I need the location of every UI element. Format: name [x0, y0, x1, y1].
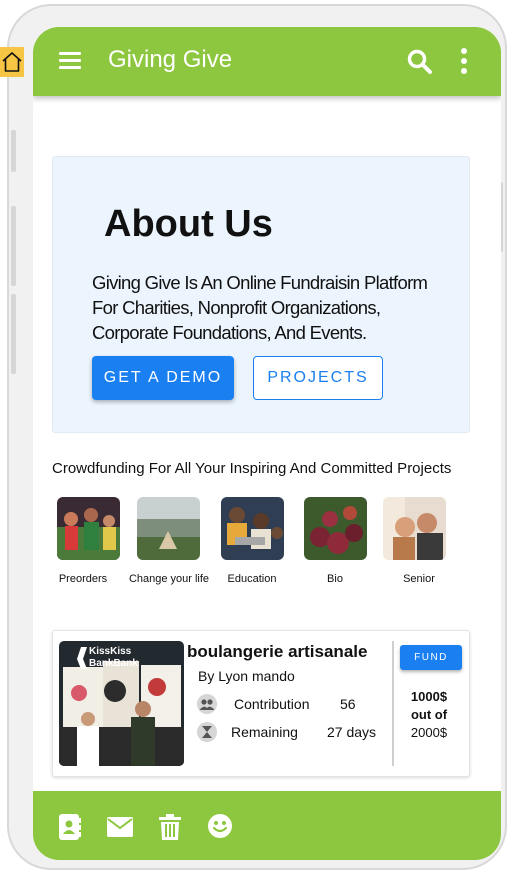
top-app-bar: Giving Give: [33, 27, 501, 96]
contacts-icon[interactable]: [59, 814, 81, 840]
home-shape: [2, 52, 22, 72]
vertical-divider: [392, 641, 394, 766]
goal-out-of: out of: [410, 707, 448, 722]
project-image: KissKiss BankBank: [59, 641, 184, 766]
hourglass-icon: [197, 722, 217, 742]
phone-frame: Giving Give About Us Giving Give Is An O…: [7, 4, 507, 870]
app-title: Giving Give: [108, 46, 233, 73]
project-photo: KissKiss BankBank: [59, 641, 184, 766]
mail-icon[interactable]: [107, 817, 133, 837]
fund-button[interactable]: FUND: [400, 645, 462, 670]
contribution-label: Contribution: [234, 696, 310, 712]
bottom-nav-bar: [33, 791, 501, 860]
categories-heading: Crowdfunding For All Your Inspiring And …: [52, 460, 452, 477]
about-section: About Us Giving Give Is An Online Fundra…: [52, 156, 470, 433]
side-button: [11, 294, 16, 374]
project-image-sign-line2: BankBank: [89, 658, 138, 669]
category-thumbnail: [221, 497, 284, 560]
project-image-sign-line1: KissKiss: [89, 646, 132, 657]
menu-icon[interactable]: [59, 52, 81, 70]
category-thumbnail: [57, 497, 120, 560]
search-icon[interactable]: [407, 49, 433, 75]
project-card[interactable]: KissKiss BankBank boulangerie artisanale…: [52, 630, 470, 777]
project-name[interactable]: boulangerie artisanale: [187, 642, 367, 662]
more-vertical-icon[interactable]: [460, 48, 468, 76]
side-button: [11, 130, 16, 172]
projects-button[interactable]: PROJECTS: [253, 356, 383, 400]
goal-amount: 1000$: [410, 689, 448, 704]
contribution-value: 56: [340, 696, 356, 712]
get-demo-button[interactable]: GET A DEMO: [92, 356, 234, 400]
category-label: Senior: [403, 573, 435, 585]
remaining-label: Remaining: [231, 724, 298, 740]
trash-icon[interactable]: [159, 814, 181, 840]
home-icon[interactable]: [0, 47, 24, 77]
category-thumbnail: [383, 497, 446, 560]
project-author: By Lyon mando: [198, 668, 295, 684]
about-description: Giving Give Is An Online Fundraisin Plat…: [92, 272, 428, 343]
goal-total: 2000$: [410, 725, 448, 740]
funding-goal: 1000$ out of 2000$: [397, 688, 461, 742]
category-thumbnail: [137, 497, 200, 560]
app-screen: Giving Give About Us Giving Give Is An O…: [33, 27, 501, 860]
about-title: About Us: [104, 203, 273, 245]
contributors-icon: [197, 694, 217, 714]
side-button: [11, 206, 16, 286]
smiley-icon[interactable]: [208, 814, 232, 838]
category-label: Preorders: [58, 573, 108, 585]
remaining-value: 27 days: [327, 724, 377, 740]
category-thumbnail: [304, 497, 367, 560]
